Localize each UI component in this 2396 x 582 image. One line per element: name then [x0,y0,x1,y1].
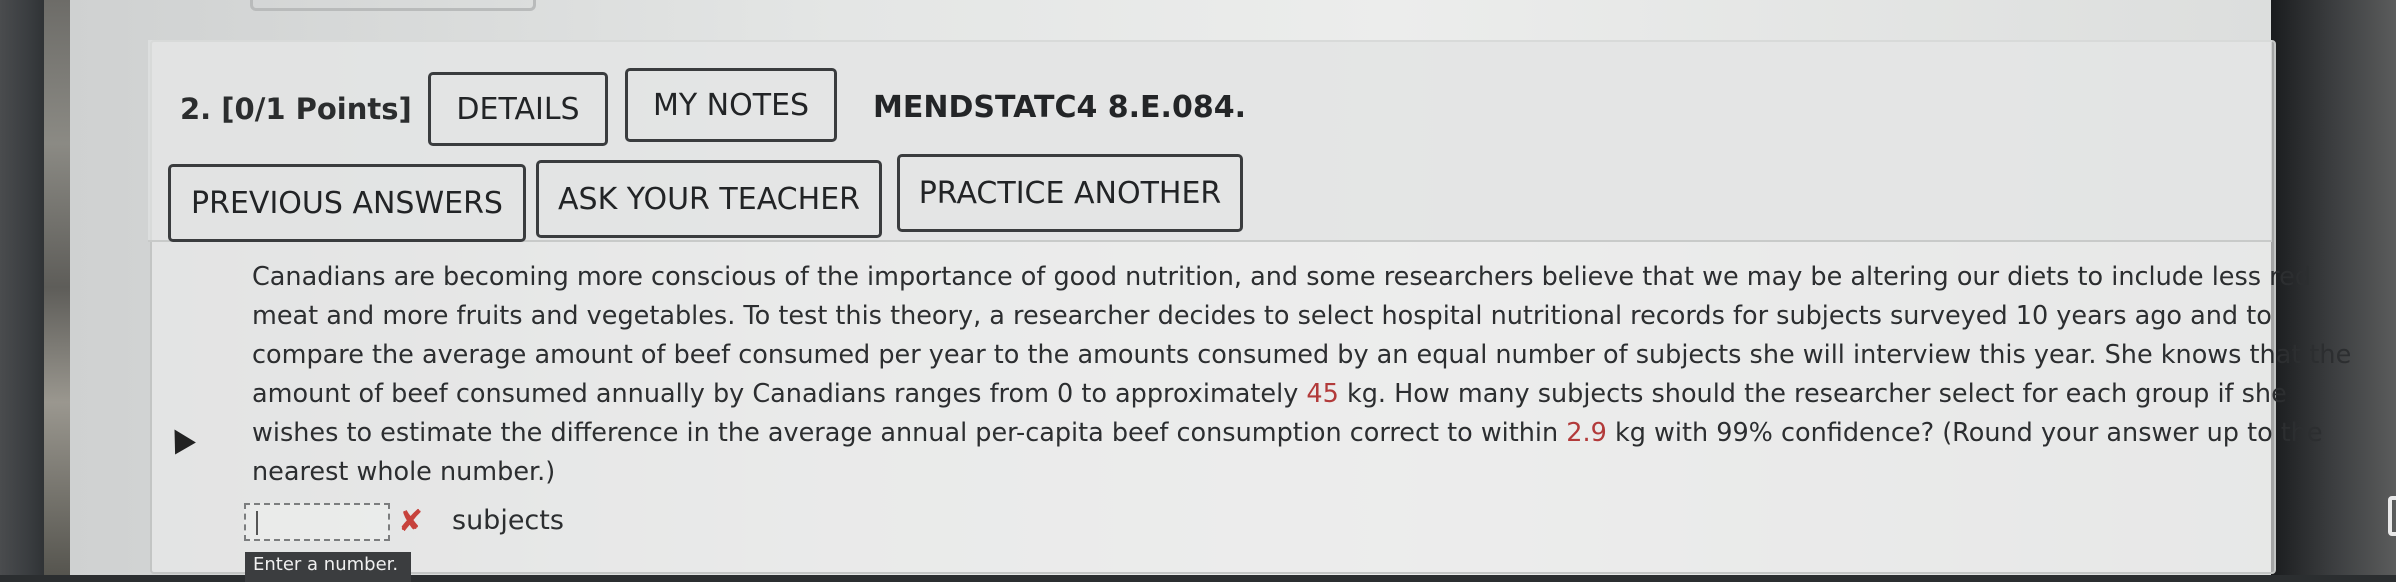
top-tab-outline [250,0,536,11]
question-line: meat and more fruits and vegetables. To … [252,301,2272,331]
previous-answers-button[interactable]: PREVIOUS ANSWERS [168,164,526,242]
input-tooltip: Enter a number. [245,552,411,582]
question-line: Canadians are becoming more conscious of… [252,262,2311,292]
answer-input[interactable] [244,503,390,541]
details-button[interactable]: DETAILS [428,72,608,146]
question-number: 2. [0/1 Points] [180,92,412,126]
external-icon [2388,496,2396,536]
range-value: 45 [1306,379,1339,409]
question-fragment: amount of beef consumed annually by Cana… [252,379,1307,409]
incorrect-x-icon: ✘ [398,504,424,539]
question-fragment: wishes to estimate the difference in the… [252,418,1567,448]
question-fragment: kg with 99% confidence? (Round your answ… [1606,418,2323,448]
question-text: Canadians are becoming more conscious of… [252,258,2352,492]
ask-your-teacher-button[interactable]: ASK YOUR TEACHER [536,160,882,238]
problem-code: MENDSTATC4 8.E.084. [873,90,1246,125]
question-fragment: kg. How many subjects should the researc… [1338,379,2287,409]
question-line: compare the average amount of beef consu… [252,340,2352,370]
my-notes-button[interactable]: MY NOTES [625,68,837,142]
practice-another-button[interactable]: PRACTICE ANOTHER [897,154,1243,232]
left-window-photo [44,0,70,575]
text-caret [256,511,258,535]
margin-value: 2.9 [1566,418,1607,448]
question-line: nearest whole number.) [252,457,556,487]
answer-unit: subjects [452,505,564,536]
question-line: amount of beef consumed annually by Cana… [252,375,2287,414]
question-line: wishes to estimate the difference in the… [252,414,2323,453]
